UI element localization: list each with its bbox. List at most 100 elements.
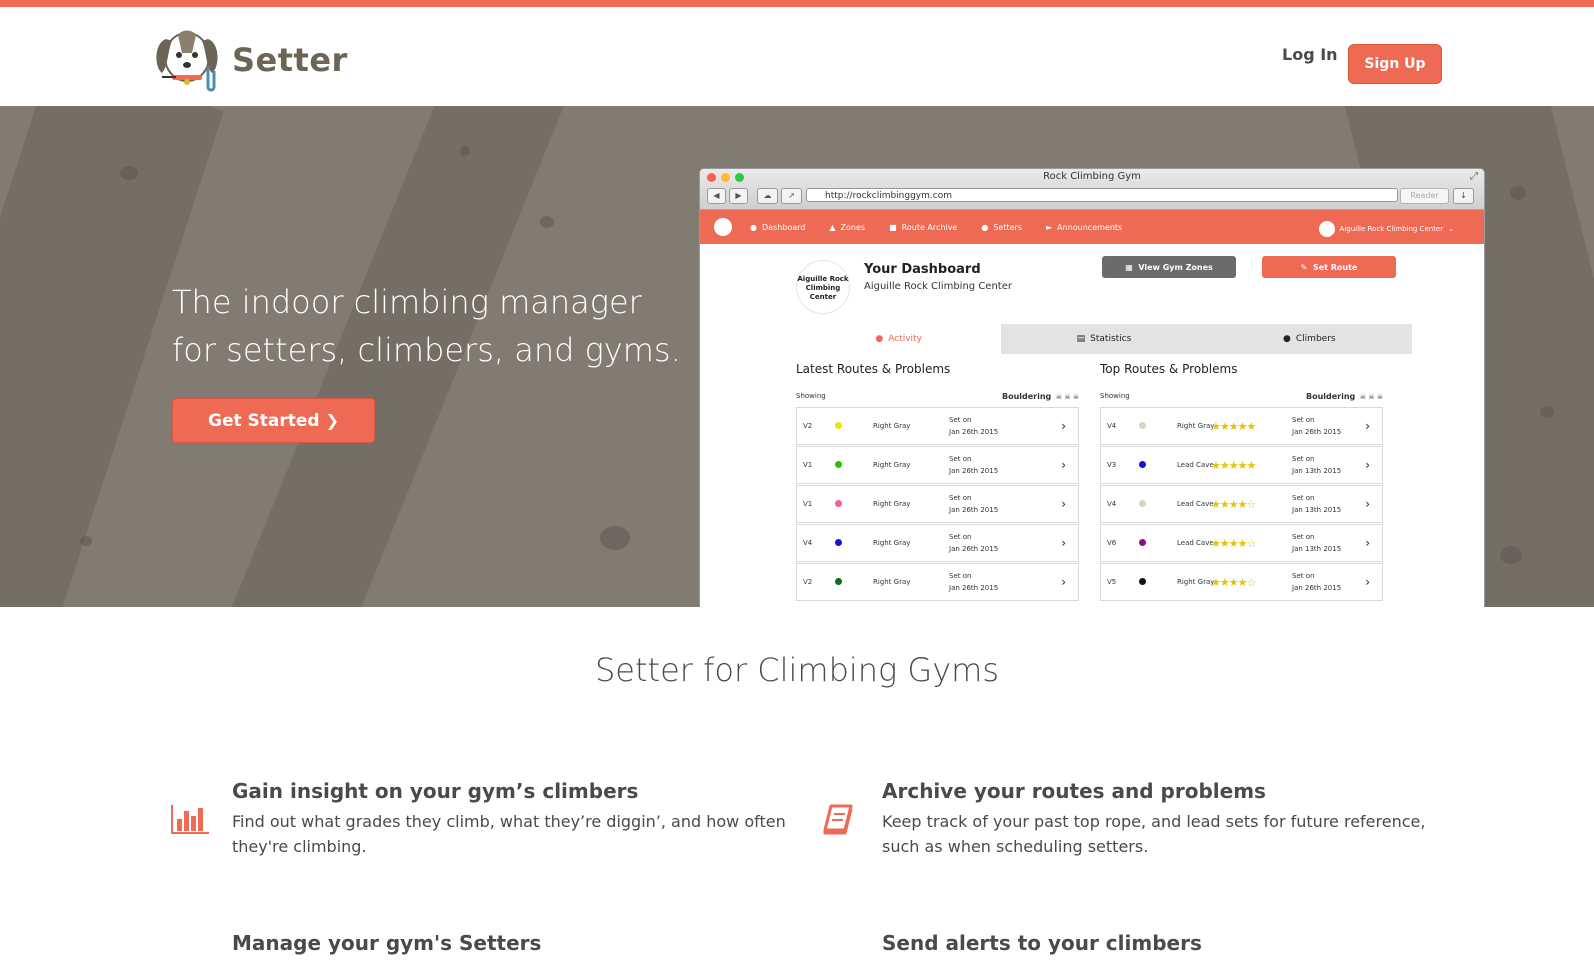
hero-section: The indoor climbing manager for setters,… <box>0 106 1594 607</box>
hold-color-dot <box>835 500 842 507</box>
route-set-date: Set on Jan 26th 2015 <box>949 533 999 553</box>
login-link[interactable]: Log In <box>1282 45 1338 64</box>
nav-route-archive: ■ Route Archive <box>889 222 958 232</box>
climbing-hold <box>540 216 554 228</box>
app-nav-items: ● Dashboard ▲ Zones ■ Route Archive ● Se… <box>750 210 1122 244</box>
chevron-right-icon: › <box>1365 458 1370 472</box>
hold-color-dot <box>835 461 842 468</box>
signup-button[interactable]: Sign Up <box>1348 44 1442 84</box>
gym-menu: Aiguille Rock Climbing Center ⌄ <box>1318 221 1454 237</box>
top-accent-stripe <box>0 0 1594 7</box>
route-set-date: Set on Jan 26th 2015 <box>1292 572 1342 592</box>
route-zone: Lead Cave <box>1177 500 1214 508</box>
feature-insight: Gain insight on your gym’s climbers Find… <box>232 779 792 859</box>
route-set-date: Set on Jan 13th 2015 <box>1292 533 1342 553</box>
gym-avatar <box>1318 221 1335 237</box>
address-bar: http://rockclimbinggym.com <box>806 188 1398 202</box>
climbing-hold <box>460 146 470 156</box>
route-set-date: Set on Jan 26th 2015 <box>949 494 999 514</box>
rating-stars: ★★★★★ <box>1211 459 1256 472</box>
feature-text: Keep track of your past top rope, and le… <box>882 812 1426 856</box>
feature-setters: Manage your gym's Setters <box>232 931 792 955</box>
table-row: V1 Right Gray Set on Jan 26th 2015 › <box>796 485 1079 523</box>
climbing-hold <box>1510 186 1526 200</box>
climbing-hold <box>80 536 92 546</box>
dashboard-subtitle: Aiguille Rock Climbing Center <box>864 281 1012 292</box>
bar-chart-icon <box>171 805 209 834</box>
route-grade: V6 <box>1107 539 1117 547</box>
nav-zones: ▲ Zones <box>829 222 866 232</box>
rating-stars: ★★★★☆ <box>1211 537 1256 550</box>
route-grade: V4 <box>803 539 813 547</box>
hold-color-dot <box>1139 422 1146 429</box>
expand-icon: ⤢ <box>1470 171 1478 182</box>
back-icon: ◀ <box>707 188 726 204</box>
cloud-icon: ☁ <box>757 188 778 204</box>
route-grade: V1 <box>803 500 813 508</box>
dashboard-tabs: ● Activity ▤ Statistics ● Climbers <box>796 324 1412 354</box>
rating-stars: ★★★★☆ <box>1211 498 1256 511</box>
route-zone: Right Gray <box>873 422 911 430</box>
dog-mascot-icon <box>156 30 218 92</box>
route-grade: V2 <box>803 422 813 430</box>
table-row: V3 Lead Cave ★★★★★ Set on Jan 13th 2015 › <box>1100 446 1383 484</box>
table-row: V4 Right Gray ★★★★★ Set on Jan 26th 2015 › <box>1100 407 1383 445</box>
hold-color-dot <box>835 422 842 429</box>
chevron-right-icon: › <box>1061 575 1066 589</box>
route-set-date: Set on Jan 13th 2015 <box>1292 494 1342 514</box>
chevron-right-icon: › <box>1365 575 1370 589</box>
table-row: V4 Lead Cave ★★★★☆ Set on Jan 13th 2015 › <box>1100 485 1383 523</box>
dashboard-title: Your Dashboard <box>864 262 981 277</box>
dashboard-content: Aiguille Rock Climbing Center Your Dashb… <box>700 244 1484 607</box>
hold-color-dot <box>835 578 842 585</box>
route-grade: V4 <box>1107 500 1117 508</box>
chevron-right-icon: › <box>1061 458 1066 472</box>
route-grade: V1 <box>803 461 813 469</box>
tab-statistics: ▤ Statistics <box>1001 324 1207 354</box>
tab-climbers: ● Climbers <box>1206 324 1412 354</box>
route-zone: Lead Cave <box>1177 539 1214 547</box>
tab-activity: ● Activity <box>796 324 1002 354</box>
feature-archive: Archive your routes and problems Keep tr… <box>882 779 1442 859</box>
chevron-right-icon: › <box>1365 536 1370 550</box>
hold-color-dot <box>1139 461 1146 468</box>
route-zone: Right Gray <box>873 500 911 508</box>
route-grade: V2 <box>803 578 813 586</box>
window-title: Rock Climbing Gym <box>1043 171 1141 182</box>
feature-title: Gain insight on your gym’s climbers <box>232 779 639 803</box>
route-grade: V4 <box>1107 422 1117 430</box>
latest-filter-bar: Showing Bouldering ☠ ☠ ☠ <box>796 391 1079 401</box>
climbing-hold <box>600 526 630 550</box>
table-row: V5 Right Gray ★★★★☆ Set on Jan 26th 2015 › <box>1100 563 1383 601</box>
section-title: Setter for Climbing Gyms <box>594 651 999 689</box>
site-header: Setter Log In Sign Up <box>0 7 1594 106</box>
app-logo-icon <box>714 218 732 236</box>
nav-dashboard: ● Dashboard <box>750 222 806 232</box>
climbing-hold <box>1540 406 1554 418</box>
set-route-button: ✎ Set Route <box>1262 256 1396 278</box>
table-row: V1 Right Gray Set on Jan 26th 2015 › <box>796 446 1079 484</box>
brand-name: Setter <box>232 41 348 79</box>
site-logo[interactable]: Setter <box>152 27 348 93</box>
rating-stars: ★★★★★ <box>1211 420 1256 433</box>
get-started-label: Get Started <box>208 410 320 431</box>
route-zone: Right Gray <box>873 578 911 586</box>
book-icon <box>823 804 853 835</box>
table-row: V2 Right Gray Set on Jan 26th 2015 › <box>796 563 1079 601</box>
view-gym-zones-button: ▦ View Gym Zones <box>1102 256 1236 278</box>
table-row: V6 Lead Cave ★★★★☆ Set on Jan 13th 2015 › <box>1100 524 1383 562</box>
route-zone: Right Gray <box>873 461 911 469</box>
chevron-right-icon: › <box>1365 419 1370 433</box>
route-grade: V3 <box>1107 461 1117 469</box>
route-set-date: Set on Jan 26th 2015 <box>1292 416 1342 436</box>
hero-title: The indoor climbing manager for setters,… <box>172 283 681 369</box>
nav-announcements: ► Announcements <box>1046 222 1123 232</box>
table-row: V4 Right Gray Set on Jan 26th 2015 › <box>796 524 1079 562</box>
forward-icon: ▶ <box>729 188 748 204</box>
reader-button: Reader <box>1400 188 1449 204</box>
get-started-button[interactable]: Get Started ❯ <box>172 398 375 443</box>
latest-routes-title: Latest Routes & Problems <box>796 362 951 376</box>
app-navbar: ● Dashboard ▲ Zones ■ Route Archive ● Se… <box>700 210 1484 244</box>
feature-title: Archive your routes and problems <box>882 779 1266 803</box>
nav-setters: ● Setters <box>981 222 1022 232</box>
